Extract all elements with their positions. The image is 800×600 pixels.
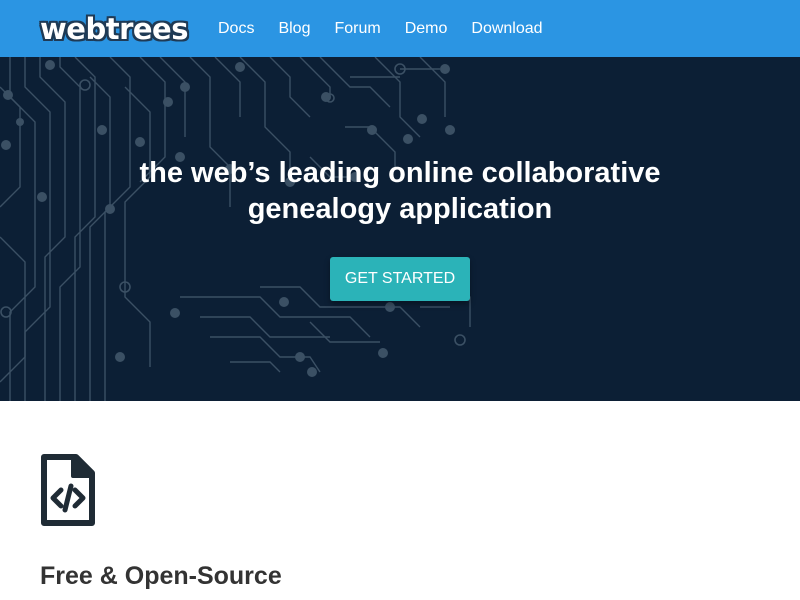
nav-link-download[interactable]: Download	[471, 0, 542, 57]
circuit-background	[0, 57, 471, 401]
main-nav: Docs Blog Forum Demo Download	[218, 0, 567, 57]
nav-link-forum[interactable]: Forum	[334, 0, 380, 57]
hero-title-line1: the web’s leading online collaborative	[139, 157, 661, 189]
nav-link-demo[interactable]: Demo	[405, 0, 448, 57]
webtrees-logo[interactable]: webtrees	[40, 0, 188, 57]
nav-link-blog[interactable]: Blog	[278, 0, 310, 57]
hero-title: the web’s leading online collaborative g…	[0, 155, 800, 227]
hero-title-line2: genealogy application	[247, 193, 553, 225]
feature-title-free-open-source: Free & Open-Source	[40, 562, 282, 590]
get-started-button[interactable]: GET STARTED	[330, 257, 470, 301]
file-code-icon	[40, 453, 96, 527]
nav-link-docs[interactable]: Docs	[218, 0, 254, 57]
top-navbar: webtrees Docs Blog Forum Demo Download	[0, 0, 800, 57]
hero-banner: the web’s leading online collaborative g…	[0, 57, 800, 401]
logo-text: webtrees	[40, 11, 188, 46]
